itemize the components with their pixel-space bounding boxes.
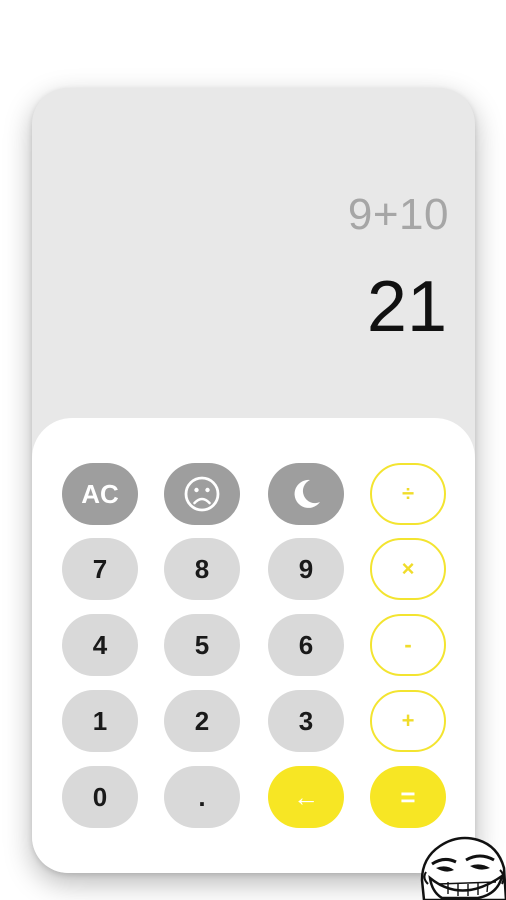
- theme-toggle-button[interactable]: [268, 463, 344, 525]
- equals-label: =: [400, 781, 416, 812]
- key-6[interactable]: 6: [268, 614, 344, 676]
- clear-button[interactable]: AC: [62, 463, 138, 525]
- minus-label: -: [404, 632, 412, 657]
- key-6-label: 6: [298, 629, 314, 660]
- calculator-app: 9+10 21 AC ÷ 7 8 9 × 4 5 6 - 1 2 3 + 0 .…: [32, 88, 475, 873]
- key-3-label: 3: [298, 705, 314, 736]
- key-0-label: 0: [92, 781, 108, 812]
- key-1-label: 1: [92, 705, 108, 736]
- key-1[interactable]: 1: [62, 690, 138, 752]
- key-7[interactable]: 7: [62, 538, 138, 600]
- decimal-label: .: [198, 781, 206, 812]
- key-5[interactable]: 5: [164, 614, 240, 676]
- sad-face-icon: [184, 476, 220, 512]
- plus-button[interactable]: +: [370, 690, 446, 752]
- backspace-button[interactable]: ←: [268, 766, 344, 828]
- key-3[interactable]: 3: [268, 690, 344, 752]
- key-9[interactable]: 9: [268, 538, 344, 600]
- result-text: 21: [366, 267, 447, 347]
- sad-face-button[interactable]: [164, 463, 240, 525]
- clear-label: AC: [81, 478, 119, 509]
- expression-text: 9+10: [347, 190, 449, 239]
- minus-button[interactable]: -: [370, 614, 446, 676]
- backspace-label: ←: [293, 781, 319, 812]
- key-4-label: 4: [92, 629, 108, 660]
- key-2[interactable]: 2: [164, 690, 240, 752]
- plus-label: +: [401, 708, 415, 733]
- key-5-label: 5: [194, 629, 210, 660]
- moon-icon: [294, 479, 320, 508]
- key-8-label: 8: [194, 553, 210, 584]
- key-2-label: 2: [194, 705, 210, 736]
- calculator-display: 9+10 21: [32, 88, 475, 418]
- key-9-label: 9: [298, 553, 314, 584]
- multiply-label: ×: [401, 556, 415, 581]
- multiply-button[interactable]: ×: [370, 538, 446, 600]
- troll-face-image: [420, 836, 506, 900]
- keypad: AC ÷ 7 8 9 × 4 5 6 - 1 2 3 + 0 . ← =: [32, 418, 475, 873]
- key-7-label: 7: [92, 553, 108, 584]
- page: 9+10 21 AC ÷ 7 8 9 × 4 5 6 - 1 2 3 + 0 .…: [0, 0, 506, 900]
- key-8[interactable]: 8: [164, 538, 240, 600]
- key-0[interactable]: 0: [62, 766, 138, 828]
- decimal-button[interactable]: .: [164, 766, 240, 828]
- divide-button[interactable]: ÷: [370, 463, 446, 525]
- divide-label: ÷: [401, 481, 415, 506]
- equals-button[interactable]: =: [370, 766, 446, 828]
- key-4[interactable]: 4: [62, 614, 138, 676]
